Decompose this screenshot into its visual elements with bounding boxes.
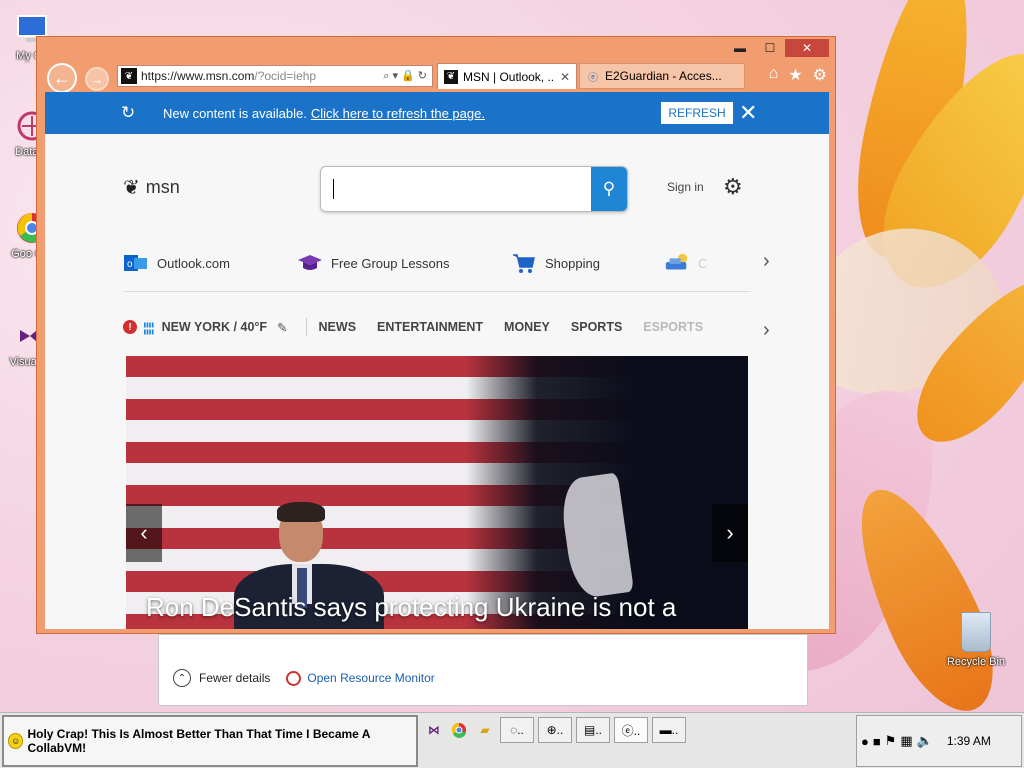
taskbar: ☺ Holy Crap! This Is Almost Better Than …	[0, 712, 1024, 768]
tray-network-icon[interactable]: ▦	[900, 733, 912, 749]
window-caption-buttons: ▬ ☐ ✕	[725, 39, 829, 57]
system-tray: ● ■ ⚑ ▦ 🔈 1:39 AM	[856, 715, 1022, 767]
alert-icon: !	[123, 320, 137, 334]
minimize-button[interactable]: ▬	[725, 39, 755, 57]
browser-toolbar-icons: ⌂ ★ ⚙	[769, 65, 827, 85]
hero-carousel[interactable]: ‹ › Ron DeSantis says protecting Ukraine…	[126, 356, 748, 629]
refresh-notification-bar: ↻ New content is available. Click here t…	[45, 92, 829, 134]
address-bar-icons[interactable]: ⌕ ▾ 🔒 ↻	[383, 69, 432, 83]
recycle-bin-icon	[961, 612, 991, 652]
fewer-details-link[interactable]: Fewer details	[199, 671, 270, 685]
favorites-star-icon[interactable]: ★	[788, 65, 802, 85]
tray-volume-icon[interactable]: 🔈	[917, 733, 933, 749]
visual-studio-icon[interactable]: ⋈	[424, 717, 444, 743]
carousel-prev-button[interactable]: ‹	[126, 504, 162, 562]
address-bar[interactable]: ❦ https://www.msn.com/?ocid=iehp ⌕ ▾ 🔒 ↻	[117, 65, 433, 87]
taskbar-app-cmd[interactable]: ▬..	[652, 717, 686, 743]
open-resource-monitor-link[interactable]: Open Resource Monitor	[307, 671, 434, 685]
nav-sports[interactable]: SPORTS	[571, 320, 622, 334]
refresh-page-link[interactable]: Click here to refresh the page.	[311, 106, 485, 121]
graduation-cap-icon	[297, 252, 323, 274]
address-url[interactable]: https://www.msn.com/?ocid=iehp	[141, 69, 383, 83]
resource-monitor-icon	[286, 670, 302, 686]
quick-link-label: C	[698, 255, 708, 271]
quick-link-car[interactable]: C	[664, 252, 707, 274]
tab-msn[interactable]: ❦ MSN | Outlook, ... ✕	[437, 63, 577, 89]
shopping-cart-icon	[511, 252, 537, 274]
divider	[305, 318, 307, 336]
nav-money[interactable]: MONEY	[504, 320, 550, 334]
quick-link-label: Outlook.com	[157, 255, 230, 271]
browser-navbar: ← → ❦ https://www.msn.com/?ocid=iehp ⌕ ▾…	[43, 59, 831, 93]
clock[interactable]: 1:39 AM	[947, 734, 991, 748]
chevron-right-icon[interactable]: ›	[763, 319, 770, 342]
ie-window: ▬ ☐ ✕ ← → ❦ https://www.msn.com/?ocid=ie…	[36, 36, 836, 634]
carousel-next-button[interactable]: ›	[712, 504, 748, 562]
quick-link-label: Shopping	[545, 255, 600, 271]
folder-icon[interactable]: ▰	[474, 717, 496, 743]
taskbar-app-network[interactable]: ▤..	[576, 717, 610, 743]
category-nav: ! ¦¦¦¦ NEW YORK / 40°F ✎ NEWS ENTERTAINM…	[123, 314, 724, 340]
quick-link-free-group-lessons[interactable]: Free Group Lessons	[297, 252, 450, 274]
pencil-icon[interactable]: ✎	[277, 320, 287, 335]
start-message-text: Holy Crap! This Is Almost Better Than Th…	[27, 727, 370, 755]
taskbar-apps: ⋈ ▰ ◌.. ⊕.. ▤.. ⓔ.. ▬..	[424, 717, 686, 743]
quick-link-shopping[interactable]: Shopping	[511, 252, 600, 274]
msn-logo[interactable]: ❦ msn	[123, 175, 180, 200]
back-button[interactable]: ←	[47, 63, 77, 93]
recycle-bin-label: Recycle Bin	[946, 656, 1006, 668]
weather-widget[interactable]: ! ¦¦¦¦ NEW YORK / 40°F ✎	[123, 320, 288, 335]
msn-butterfly-icon: ❦	[123, 177, 140, 199]
tray-stop-icon[interactable]: ■	[873, 734, 881, 749]
notification-message: New content is available.	[163, 105, 307, 121]
tab-e2guardian[interactable]: ⓔ E2Guardian - Acces...	[579, 63, 745, 89]
sign-in-link[interactable]: Sign in	[667, 180, 704, 194]
smiley-icon: ☺	[8, 733, 24, 749]
tray-circle-icon[interactable]: ●	[861, 734, 869, 749]
car-icon	[664, 252, 690, 274]
tab-close-icon[interactable]: ✕	[560, 70, 570, 84]
search-button[interactable]: ⚲	[591, 167, 627, 211]
search-icon: ⚲	[602, 179, 616, 198]
chevron-right-icon[interactable]: ›	[763, 250, 770, 273]
msn-favicon: ❦	[444, 69, 458, 84]
weather-location: NEW YORK / 40°F	[161, 320, 268, 334]
search-input[interactable]: ⚲	[320, 166, 628, 212]
outlook-icon: o	[123, 252, 149, 274]
taskbar-app-globe[interactable]: ⊕..	[538, 717, 572, 743]
tab-title: E2Guardian - Acces...	[605, 69, 722, 83]
desktop-icon-recycle-bin[interactable]: Recycle Bin	[938, 612, 1014, 668]
rain-icon: ¦¦¦¦	[143, 319, 155, 335]
home-icon[interactable]: ⌂	[769, 65, 779, 85]
taskbar-app-ie[interactable]: ⓔ..	[614, 717, 648, 743]
refresh-button[interactable]: REFRESH	[661, 102, 733, 124]
close-button[interactable]: ✕	[785, 39, 829, 57]
forward-button[interactable]: →	[85, 67, 109, 91]
nav-news[interactable]: NEWS	[319, 320, 357, 334]
maximize-button[interactable]: ☐	[755, 39, 785, 57]
nav-esports[interactable]: ESPORTS	[643, 320, 703, 334]
taskbar-app-1[interactable]: ◌..	[500, 717, 534, 743]
tab-title: MSN | Outlook, ...	[463, 69, 554, 84]
page-content: ↻ New content is available. Click here t…	[45, 92, 829, 629]
chrome-icon[interactable]	[448, 717, 470, 743]
nav-entertainment[interactable]: ENTERTAINMENT	[377, 320, 483, 334]
svg-text:o: o	[127, 259, 133, 270]
close-notification-icon[interactable]: ✕	[739, 100, 757, 126]
quick-links-bar: o Outlook.com Free Group Lessons Shoppin…	[123, 252, 751, 292]
hero-headline[interactable]: Ron DeSantis says protecting Ukraine is …	[146, 592, 676, 623]
settings-gear-icon[interactable]: ⚙	[723, 174, 743, 200]
quick-link-label: Free Group Lessons	[331, 255, 450, 271]
refresh-icon: ↻	[121, 103, 136, 122]
settings-gear-icon[interactable]: ⚙	[813, 65, 827, 85]
text-caret	[333, 179, 334, 199]
msn-logo-text: msn	[145, 177, 180, 197]
ie-favicon: ⓔ	[588, 72, 598, 84]
task-manager-window: ⌃ Fewer details Open Resource Monitor	[158, 634, 808, 706]
start-message-button[interactable]: ☺ Holy Crap! This Is Almost Better Than …	[2, 715, 418, 767]
msn-favicon: ❦	[121, 68, 137, 84]
tray-flag-icon[interactable]: ⚑	[885, 733, 897, 749]
quick-link-outlook[interactable]: o Outlook.com	[123, 252, 230, 274]
chevron-up-icon[interactable]: ⌃	[173, 669, 191, 687]
